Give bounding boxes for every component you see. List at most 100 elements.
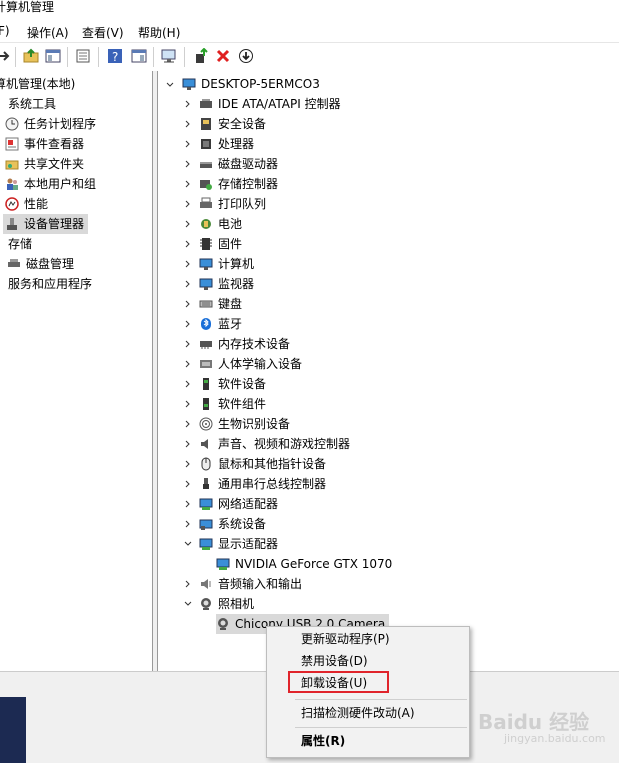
device-node-label: 鼠标和其他指针设备 [218, 457, 327, 471]
usb-icon [203, 477, 209, 489]
menu-view[interactable]: 查看(V) [82, 24, 124, 41]
device-node-keyboards[interactable]: 键盘 [199, 294, 242, 314]
chevron-right-icon[interactable] [184, 220, 192, 228]
chevron-down-icon[interactable] [166, 81, 174, 89]
device-node-disk-drives[interactable]: 磁盘驱动器 [199, 154, 278, 174]
tree-item-system-tools[interactable]: 系统工具 [8, 94, 56, 114]
device-node-network-adapters[interactable]: 网络适配器 [199, 494, 278, 514]
system-device-icon [199, 519, 213, 530]
chevron-down-icon[interactable] [184, 600, 192, 608]
chevron-right-icon[interactable] [184, 420, 192, 428]
up-folder-icon[interactable] [23, 48, 39, 64]
device-node-security-devices[interactable]: 安全设备 [199, 114, 266, 134]
chevron-right-icon[interactable] [184, 360, 192, 368]
chevron-right-icon[interactable] [184, 460, 192, 468]
device-node-cameras[interactable]: 照相机 [199, 594, 254, 614]
export-list-icon[interactable] [75, 48, 91, 64]
menu-item-scan-hardware[interactable]: 扫描检测硬件改动(A) [301, 703, 415, 723]
device-node-software-components[interactable]: 软件组件 [199, 394, 266, 414]
tree-item-computer-management[interactable]: 算机管理(本地) [0, 74, 75, 94]
taskbar-edge [0, 697, 26, 763]
device-node-batteries[interactable]: 电池 [199, 214, 242, 234]
tree-item-task-scheduler[interactable]: 任务计划程序 [5, 114, 96, 134]
chevron-right-icon[interactable] [184, 300, 192, 308]
tree-item-disk-management[interactable]: 磁盘管理 [7, 254, 74, 274]
device-node-label: 打印队列 [218, 197, 267, 211]
device-node-print-queues[interactable]: 打印队列 [199, 194, 266, 214]
uninstall-x-icon[interactable] [215, 48, 231, 64]
device-node-nvidia-gtx-1070[interactable]: NVIDIA GeForce GTX 1070 [216, 554, 392, 574]
device-node-software-devices[interactable]: 软件设备 [199, 374, 266, 394]
shared-folder-icon [5, 160, 19, 169]
highlight-box [288, 671, 389, 693]
device-node-label: 声音、视频和游戏控制器 [218, 437, 351, 451]
chevron-right-icon[interactable] [184, 280, 192, 288]
tree-item-event-viewer[interactable]: 事件查看器 [5, 134, 84, 154]
tree-item-label: 设备管理器 [24, 217, 85, 231]
device-node-memory-technology-devices[interactable]: 内存技术设备 [199, 334, 290, 354]
menu-help[interactable]: 帮助(H) [138, 24, 180, 41]
device-tree-root[interactable]: DESKTOP-5ERMCO3 [182, 74, 320, 94]
disable-download-icon[interactable] [238, 48, 254, 64]
firmware-icon [200, 237, 212, 250]
show-hide-tree-icon[interactable] [45, 48, 61, 64]
device-node-monitors[interactable]: 监视器 [199, 274, 254, 294]
device-node-human-interface-devices[interactable]: 人体学输入设备 [199, 354, 302, 374]
chevron-right-icon[interactable] [184, 200, 192, 208]
device-node-sound-video-game-controllers[interactable]: 声音、视频和游戏控制器 [199, 434, 350, 454]
device-node-bluetooth[interactable]: 蓝牙 [199, 314, 242, 334]
chevron-right-icon[interactable] [184, 520, 192, 528]
tree-item-services-apps[interactable]: 服务和应用程序 [8, 274, 92, 294]
device-node-label: 系统设备 [218, 517, 267, 531]
device-node-system-devices[interactable]: 系统设备 [199, 514, 266, 534]
chevron-right-icon[interactable] [184, 400, 192, 408]
chevron-right-icon[interactable] [184, 160, 192, 168]
camera-icon [201, 597, 211, 610]
chevron-right-icon[interactable] [184, 140, 192, 148]
device-node-biometric-devices[interactable]: 生物识别设备 [199, 414, 290, 434]
menu-item-disable-device[interactable]: 禁用设备(D) [301, 651, 368, 671]
chevron-right-icon[interactable] [184, 480, 192, 488]
scan-hardware-icon[interactable] [161, 48, 177, 64]
menu-item-update-driver[interactable]: 更新驱动程序(P) [301, 629, 390, 649]
device-node-label: 照相机 [218, 597, 255, 611]
device-node-audio-inputs-outputs[interactable]: 音频输入和输出 [199, 574, 302, 594]
menu-item-properties[interactable]: 属性(R) [301, 731, 345, 751]
storage-controller-icon [200, 179, 212, 190]
chevron-right-icon[interactable] [184, 440, 192, 448]
tree-item-storage[interactable]: 存储 [8, 234, 32, 254]
device-node-mice-pointing-devices[interactable]: 鼠标和其他指针设备 [199, 454, 326, 474]
update-driver-icon[interactable] [193, 48, 209, 64]
device-node-storage-controllers[interactable]: 存储控制器 [199, 174, 278, 194]
chevron-right-icon[interactable] [184, 500, 192, 508]
tree-item-device-manager[interactable]: 设备管理器 [3, 214, 89, 234]
device-node-usb-controllers[interactable]: 通用串行总线控制器 [199, 474, 326, 494]
device-node-processors[interactable]: 处理器 [199, 134, 254, 154]
chevron-right-icon[interactable] [184, 180, 192, 188]
chevron-right-icon[interactable] [184, 100, 192, 108]
device-node-firmware[interactable]: 固件 [199, 234, 242, 254]
chevron-right-icon[interactable] [184, 120, 192, 128]
device-node-ide-ata-controller[interactable]: IDE ATA/ATAPI 控制器 [199, 94, 341, 114]
tree-item-local-users[interactable]: 本地用户和组 [5, 174, 96, 194]
chevron-right-icon[interactable] [184, 320, 192, 328]
help-icon[interactable]: ? [107, 48, 123, 64]
chevron-down-icon[interactable] [184, 540, 192, 548]
forward-arrow-icon[interactable] [0, 48, 12, 64]
chevron-right-icon[interactable] [184, 240, 192, 248]
device-node-computer[interactable]: 计算机 [199, 254, 254, 274]
tree-item-shared-folders[interactable]: 共享文件夹 [5, 154, 84, 174]
tree-item-performance[interactable]: 性能 [5, 194, 48, 214]
users-icon [7, 178, 18, 190]
chevron-right-icon[interactable] [184, 340, 192, 348]
properties-pane-icon[interactable] [131, 48, 147, 64]
device-node-display-adapters[interactable]: 显示适配器 [199, 534, 278, 554]
tree-item-label: 系统工具 [8, 97, 57, 111]
watermark-url: jingyan.baidu.com [504, 732, 606, 745]
menu-file[interactable]: F) [0, 24, 10, 38]
menu-action[interactable]: 操作(A) [27, 24, 69, 41]
chevron-right-icon[interactable] [184, 260, 192, 268]
chevron-right-icon[interactable] [184, 580, 192, 588]
bluetooth-icon [201, 317, 211, 330]
chevron-right-icon[interactable] [184, 380, 192, 388]
